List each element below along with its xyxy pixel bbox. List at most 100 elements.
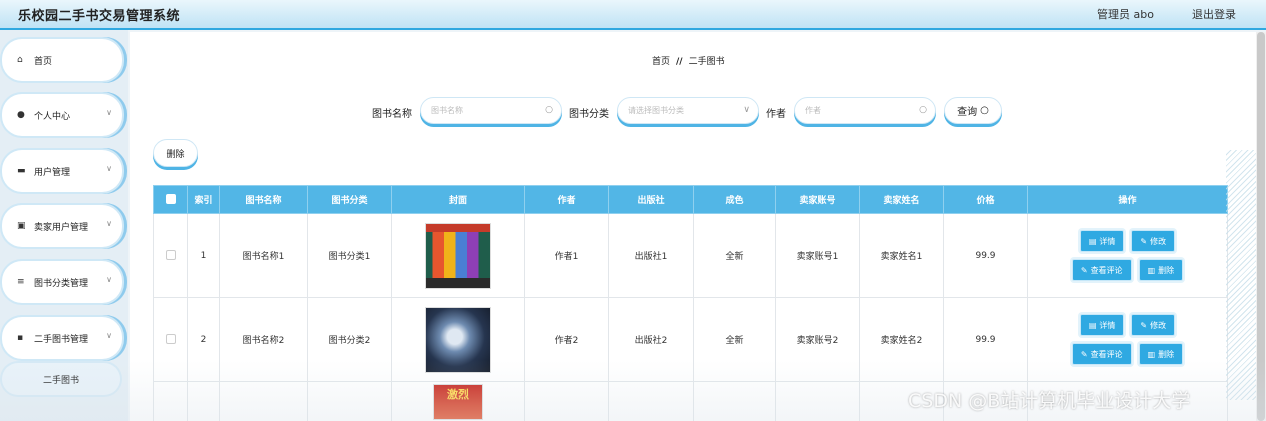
index-cell [187, 381, 220, 421]
column-header: 出版社 [608, 185, 694, 214]
book-cover-image[interactable] [425, 222, 491, 289]
column-header: 成色 [693, 185, 776, 214]
select-all-checkbox[interactable] [165, 194, 176, 205]
author-cell: 作者1 [524, 213, 609, 298]
actions-cell: ▤ 详情 ✎ 修改 ✎ 查看评论 ▥ 删除 [1027, 213, 1228, 298]
view-comments-button[interactable]: ✎ 查看评论 [1071, 343, 1132, 365]
sidebar-item-personal-center[interactable]: ● 个人中心 ∨ [2, 94, 122, 136]
edit-button[interactable]: ✎ 修改 [1131, 314, 1176, 336]
row-checkbox[interactable] [165, 250, 176, 261]
sidebar-item-seller-management[interactable]: ▣ 卖家用户管理 ∨ [2, 205, 122, 247]
category-cell: 图书分类1 [307, 213, 392, 298]
column-header: 索引 [187, 185, 220, 214]
author-input[interactable]: 作者 ○ [794, 97, 936, 124]
category-cell [307, 381, 392, 421]
delete-button[interactable]: ▥ 删除 [1138, 259, 1184, 281]
index-cell: 2 [187, 297, 220, 382]
search-icon: ○ [980, 105, 989, 116]
sidebar-item-category-management[interactable]: ≡ 图书分类管理 ∨ [2, 261, 122, 303]
list-icon: ≡ [17, 277, 25, 287]
row-select-cell[interactable] [153, 213, 188, 298]
edit-button[interactable]: ✎ 修改 [1131, 230, 1176, 252]
watermark: CSDN @B站计算机毕业设计大学 [908, 390, 1191, 412]
column-header: 封面 [391, 185, 525, 214]
pencil-icon: ✎ [1140, 236, 1148, 246]
book-name-cell: 图书名称2 [219, 297, 308, 382]
sidebar-item-user-management[interactable]: ▬ 用户管理 ∨ [2, 150, 122, 192]
scrollbar-thumb[interactable] [1257, 32, 1265, 421]
table-header-row: 索引 图书名称 图书分类 封面 作者 出版社 成色 卖家账号 卖家姓名 价格 操… [153, 185, 1228, 214]
person-icon: ● [17, 110, 25, 120]
column-header: 卖家姓名 [859, 185, 944, 214]
book-name-placeholder: 图书名称 [431, 106, 463, 115]
condition-cell [693, 381, 776, 421]
index-cell: 1 [187, 213, 220, 298]
sidebar-item-label: 个人中心 [34, 111, 71, 122]
column-header: 卖家账号 [775, 185, 860, 214]
home-icon: ⌂ [17, 55, 23, 65]
document-icon: ▤ [1088, 236, 1097, 246]
breadcrumb-current: 二手图书 [688, 57, 725, 67]
condition-cell: 全新 [693, 297, 776, 382]
book-name-label: 图书名称 [372, 109, 412, 120]
publisher-cell [608, 381, 694, 421]
book-cover-image[interactable] [425, 306, 491, 373]
book-name-cell [219, 381, 308, 421]
column-header: 图书分类 [307, 185, 392, 214]
trash-icon: ▥ [1147, 265, 1156, 275]
book-name-cell: 图书名称1 [219, 213, 308, 298]
edit-label: 修改 [1150, 320, 1167, 330]
column-header: 价格 [943, 185, 1028, 214]
publisher-cell: 出版社2 [608, 297, 694, 382]
delete-button[interactable]: ▥ 删除 [1138, 343, 1184, 365]
seller-account-cell [775, 381, 860, 421]
sidebar-item-home[interactable]: ⌂ 首页 [2, 39, 122, 81]
author-cell [524, 381, 609, 421]
query-button[interactable]: 查询 ○ [944, 97, 1002, 124]
pencil-icon: ✎ [1140, 320, 1148, 330]
detail-label: 详情 [1099, 236, 1116, 246]
price-cell: 99.9 [943, 213, 1028, 298]
category-label: 图书分类 [569, 109, 609, 120]
breadcrumb: 首页 // 二手图书 [652, 54, 725, 67]
query-label: 查询 [957, 107, 978, 118]
detail-button[interactable]: ▤ 详情 [1079, 314, 1125, 336]
chevron-down-icon: ∨ [106, 275, 112, 284]
pencil-icon: ✎ [1080, 265, 1088, 275]
chevron-down-icon: ∨ [743, 105, 750, 115]
seller-name-cell: 卖家姓名1 [859, 213, 944, 298]
breadcrumb-separator: // [676, 57, 683, 67]
grid-icon: ▪ [17, 333, 24, 343]
publisher-cell: 出版社1 [608, 213, 694, 298]
table-row: 1 图书名称1 图书分类1 作者1 出版社1 全新 卖家账号1 卖家姓名1 99… [153, 213, 1228, 298]
sidebar-item-label: 图书分类管理 [34, 278, 89, 289]
book-cover-image[interactable]: 激烈 [433, 383, 483, 420]
document-icon: ▤ [1088, 320, 1097, 330]
table-row: 2 图书名称2 图书分类2 作者2 出版社2 全新 卖家账号2 卖家姓名2 99… [153, 297, 1228, 382]
row-select-cell[interactable] [153, 297, 188, 382]
logout-link[interactable]: 退出登录 [1192, 6, 1236, 22]
detail-button[interactable]: ▤ 详情 [1079, 230, 1125, 252]
select-all-header[interactable] [153, 185, 188, 214]
search-icon: ○ [919, 105, 927, 115]
seller-account-cell: 卖家账号2 [775, 297, 860, 382]
delete-label: 删除 [1158, 265, 1175, 275]
row-select-cell[interactable] [153, 381, 188, 421]
sidebar-item-label: 首页 [34, 56, 53, 67]
category-select[interactable]: 请选择图书分类 ∨ [617, 97, 759, 124]
delete-label: 删除 [1158, 349, 1175, 359]
chevron-down-icon: ∨ [106, 331, 112, 340]
seller-account-cell: 卖家账号1 [775, 213, 860, 298]
sidebar-item-label: 卖家用户管理 [34, 222, 89, 233]
row-checkbox[interactable] [165, 334, 176, 345]
monitor-icon: ▬ [17, 166, 26, 176]
app-title: 乐校园二手书交易管理系统 [18, 9, 181, 24]
batch-delete-button[interactable]: 删除 [153, 139, 198, 167]
scrollbar[interactable] [1256, 32, 1266, 421]
breadcrumb-home[interactable]: 首页 [652, 57, 670, 67]
view-comments-button[interactable]: ✎ 查看评论 [1071, 259, 1132, 281]
sidebar-item-label: 用户管理 [34, 167, 71, 178]
sidebar-subitem-used-books[interactable]: 二手图书 [2, 363, 120, 395]
sidebar-item-book-management[interactable]: ▪ 二手图书管理 ∨ [2, 317, 122, 359]
book-name-input[interactable]: 图书名称 ○ [420, 97, 562, 124]
